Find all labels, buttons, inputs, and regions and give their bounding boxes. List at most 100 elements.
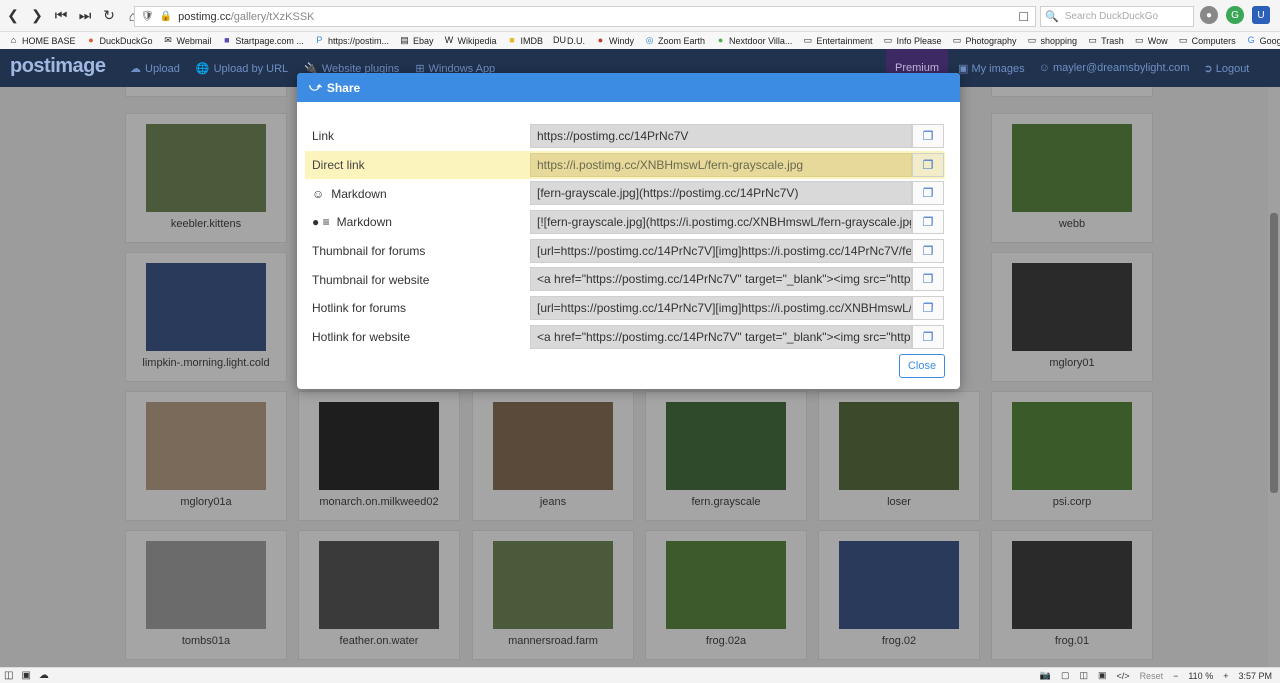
copy-icon[interactable]: ❐: [912, 267, 944, 292]
gallery-card[interactable]: keebler.kittens: [125, 113, 287, 243]
bookmark-item[interactable]: ■ Startpage.com ...: [221, 35, 304, 46]
share-link-field[interactable]: [![fern-grayscale.jpg](https://i.postimg…: [530, 210, 912, 235]
gallery-thumbnail[interactable]: [666, 541, 786, 629]
bookmark-icon[interactable]: ☐: [1018, 10, 1029, 24]
url-bar[interactable]: 🛡 🔒 postimg.cc/gallery/tXzKSSK ☐: [134, 6, 1036, 27]
profile-icon[interactable]: ●: [1200, 6, 1218, 24]
share-link-field[interactable]: https://i.postimg.cc/XNBHmswL/fern-grays…: [530, 152, 912, 177]
gallery-card[interactable]: psi.corp: [991, 391, 1153, 521]
code-icon[interactable]: </>: [1117, 671, 1130, 681]
zoom-in-button[interactable]: +: [1223, 671, 1228, 681]
gallery-thumbnail[interactable]: [1012, 541, 1132, 629]
bookmark-item[interactable]: G Google: [1246, 35, 1280, 46]
gallery-thumbnail[interactable]: [319, 402, 439, 490]
copy-icon[interactable]: ❐: [912, 238, 944, 263]
copy-icon[interactable]: ❐: [912, 324, 944, 349]
share-link-field[interactable]: <a href="https://postimg.cc/14PrNc7V" ta…: [530, 267, 912, 292]
bookmark-item[interactable]: ● Nextdoor Villa...: [715, 35, 793, 46]
nav-upload[interactable]: ☁ Upload: [130, 62, 180, 76]
gallery-card[interactable]: tombs01a: [125, 530, 287, 660]
zoom-out-button[interactable]: −: [1173, 671, 1178, 681]
gallery-card[interactable]: mglory01: [991, 252, 1153, 382]
gallery-thumbnail[interactable]: [493, 402, 613, 490]
bookmark-item[interactable]: ▭ Trash: [1087, 35, 1123, 46]
gallery-thumbnail[interactable]: [146, 263, 266, 351]
gallery-card[interactable]: monarch.on.milkweed02: [298, 391, 460, 521]
bookmark-item[interactable]: ⌂ HOME BASE: [8, 35, 76, 46]
gallery-card[interactable]: frog.02a: [645, 530, 807, 660]
copy-icon[interactable]: ❐: [912, 296, 944, 321]
bookmark-item[interactable]: ◎ Zoom Earth: [644, 35, 705, 46]
gallery-card[interactable]: jeans: [472, 391, 634, 521]
user-email-link[interactable]: ☺ mayler@dreamsbylight.com: [1039, 62, 1190, 75]
bookmark-item[interactable]: ▭ Wow: [1134, 35, 1168, 46]
gallery-thumbnail[interactable]: [319, 541, 439, 629]
bookmark-item[interactable]: ▭ Computers: [1178, 35, 1236, 46]
gallery-card[interactable]: frog.01: [991, 530, 1153, 660]
panel-icon[interactable]: ◫: [4, 670, 13, 681]
image-icon[interactable]: ▣: [1098, 670, 1107, 681]
page-scrollbar[interactable]: [1268, 87, 1280, 667]
first-page-icon[interactable]: ⏮: [50, 5, 72, 27]
copy-icon[interactable]: ❐: [912, 124, 944, 148]
bookmark-item[interactable]: ▭ shopping: [1027, 35, 1077, 46]
bookmark-item[interactable]: ● DuckDuckGo: [86, 35, 152, 46]
bookmark-item[interactable]: ▭ Photography: [951, 35, 1017, 46]
my-images-link[interactable]: ▣ My images: [958, 62, 1025, 75]
bookmark-item[interactable]: ▭ Entertainment: [802, 35, 873, 46]
copy-icon[interactable]: ❐: [912, 210, 944, 235]
scrollbar-thumb[interactable]: [1270, 213, 1278, 493]
copy-icon[interactable]: ❐: [912, 152, 944, 177]
gallery-card[interactable]: loser: [818, 391, 980, 521]
cloud-icon[interactable]: ☁: [39, 670, 49, 681]
bookmark-item[interactable]: ▭ Info Please: [882, 35, 942, 46]
share-link-field[interactable]: [fern-grayscale.jpg](https://postimg.cc/…: [530, 181, 912, 206]
gallery-card[interactable]: buzzards.backyard: [125, 87, 287, 97]
reload-icon[interactable]: ↻: [98, 5, 120, 27]
last-page-icon[interactable]: ⏭: [74, 5, 96, 27]
bookmark-item[interactable]: Phttps://postim...: [314, 35, 389, 46]
gallery-card[interactable]: fern.grayscale: [645, 391, 807, 521]
share-link-field[interactable]: [url=https://postimg.cc/14PrNc7V][img]ht…: [530, 238, 912, 263]
gallery-thumbnail[interactable]: [839, 402, 959, 490]
extension-shield-icon[interactable]: U: [1252, 6, 1270, 24]
bookmark-item[interactable]: ▤ Ebay: [399, 35, 433, 46]
gallery-thumbnail[interactable]: [493, 541, 613, 629]
back-icon[interactable]: ❮: [2, 5, 24, 27]
window-icon[interactable]: ▣: [21, 670, 30, 681]
window-icon[interactable]: ▢: [1061, 670, 1070, 681]
share-link-field[interactable]: https://postimg.cc/14PrNc7V: [530, 124, 912, 148]
gallery-thumbnail[interactable]: [146, 402, 266, 490]
gallery-thumbnail[interactable]: [1012, 124, 1132, 212]
gallery-card[interactable]: limpkin-.morning.light.cold: [125, 252, 287, 382]
gallery-thumbnail[interactable]: [1012, 263, 1132, 351]
search-input[interactable]: 🔍 Search DuckDuckGo: [1040, 6, 1194, 27]
bookmark-item[interactable]: ● Windy: [595, 35, 634, 46]
share-link-field[interactable]: [url=https://postimg.cc/14PrNc7V][img]ht…: [530, 296, 912, 321]
forward-icon[interactable]: ❯: [26, 5, 48, 27]
share-link-field[interactable]: <a href="https://postimg.cc/14PrNc7V" ta…: [530, 324, 912, 349]
gallery-card[interactable]: feather.on.water: [298, 530, 460, 660]
logout-link[interactable]: ➲ Logout: [1203, 62, 1249, 75]
camera-icon[interactable]: 📷: [1040, 670, 1051, 681]
extension-green-icon[interactable]: G: [1226, 6, 1244, 24]
gallery-thumbnail[interactable]: [1012, 402, 1132, 490]
copy-icon[interactable]: ❐: [912, 181, 944, 206]
site-logo[interactable]: postimage: [10, 55, 106, 78]
bookmark-item[interactable]: ■ IMDB: [507, 35, 543, 46]
media-icon[interactable]: ◫: [1080, 670, 1089, 681]
bookmark-item[interactable]: W Wikipedia: [443, 35, 497, 46]
nav-upload-url[interactable]: 🌐 Upload by URL: [196, 62, 288, 76]
bookmark-item[interactable]: DU D.U.: [553, 35, 585, 46]
gallery-card[interactable]: wordle: [991, 87, 1153, 97]
zoom-reset-button[interactable]: Reset: [1140, 671, 1164, 681]
bookmark-item[interactable]: ✉ Webmail: [163, 35, 211, 46]
gallery-card[interactable]: mannersroad.farm: [472, 530, 634, 660]
gallery-thumbnail[interactable]: [146, 541, 266, 629]
gallery-card[interactable]: webb: [991, 113, 1153, 243]
gallery-thumbnail[interactable]: [839, 541, 959, 629]
close-button[interactable]: Close: [899, 354, 945, 378]
gallery-thumbnail[interactable]: [146, 124, 266, 212]
gallery-thumbnail[interactable]: [666, 402, 786, 490]
gallery-card[interactable]: mglory01a: [125, 391, 287, 521]
